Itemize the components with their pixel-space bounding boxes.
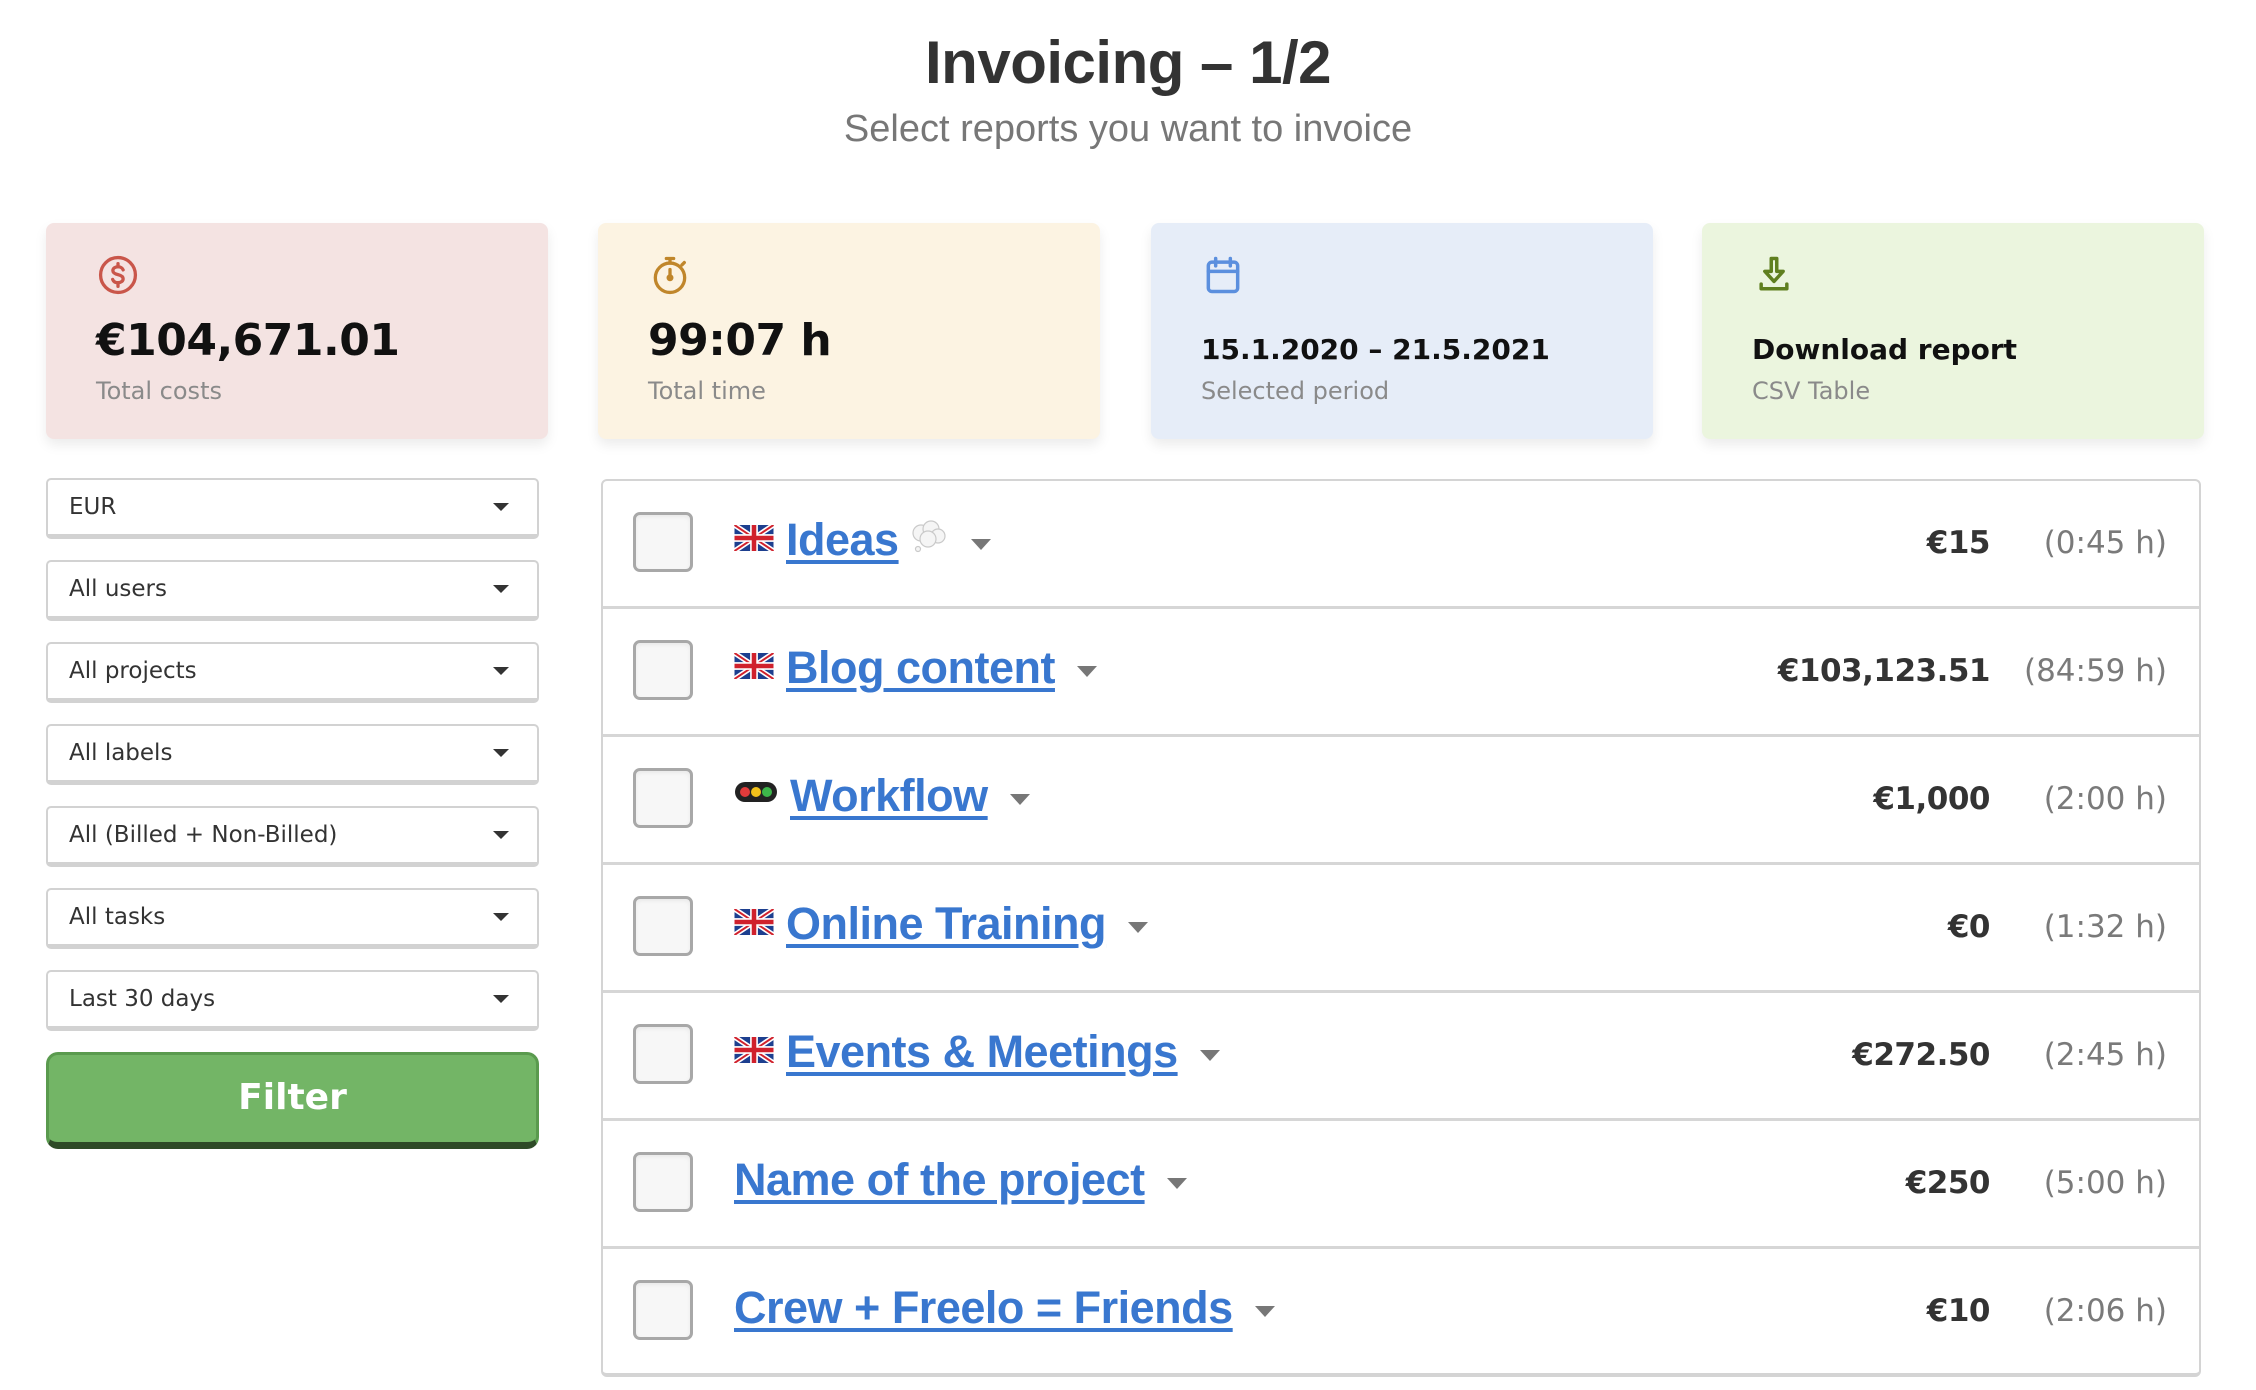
chevron-down-icon: [493, 667, 509, 675]
uk-flag-icon: [734, 653, 774, 679]
report-name: Name of the project: [734, 1154, 1145, 1205]
total-time-label: Total time: [648, 377, 766, 405]
report-row: Crew + Freelo = Friends €10 (2:06 h): [603, 1246, 2199, 1374]
report-row: Online Training €0 (1:32 h): [603, 862, 2199, 990]
caret-down-icon[interactable]: [1076, 665, 1097, 677]
projects-select-value: All projects: [69, 658, 197, 684]
caret-down-icon[interactable]: [1128, 921, 1149, 933]
traffic-light-icon: [735, 782, 777, 802]
report-amount: €10: [1926, 1293, 1991, 1329]
report-row: Workflow €1,000 (2:00 h): [603, 734, 2199, 862]
chevron-down-icon: [493, 749, 509, 757]
report-checkbox[interactable]: [633, 1024, 693, 1084]
page-title: Invoicing – 1/2: [925, 29, 1331, 96]
stopwatch-icon: [653, 256, 687, 295]
caret-down-icon[interactable]: [1009, 793, 1030, 805]
chevron-down-icon: [493, 913, 509, 921]
report-checkbox[interactable]: [633, 768, 693, 828]
report-link[interactable]: Ideas: [734, 514, 949, 566]
download-report-label: CSV Table: [1752, 377, 1871, 405]
total-costs-label: Total costs: [96, 377, 222, 405]
report-row: Name of the project €250 (5:00 h): [603, 1118, 2199, 1246]
report-row: Events & Meetings €272.50 (2:45 h): [603, 990, 2199, 1118]
tasks-select[interactable]: All tasks: [46, 888, 539, 949]
chevron-down-icon: [493, 503, 509, 511]
total-costs-value: €104,671.01: [96, 315, 400, 366]
report-name: Blog content: [786, 642, 1055, 693]
dollar-circle-icon: [98, 255, 138, 295]
report-checkbox[interactable]: [633, 1152, 693, 1212]
report-duration: (2:45 h): [2043, 1037, 2167, 1073]
selected-period-value: 15.1.2020 – 21.5.2021: [1201, 333, 1550, 366]
tasks-select-value: All tasks: [69, 904, 166, 930]
report-duration: (5:00 h): [2043, 1165, 2167, 1201]
total-time-card: 99:07 h Total time: [598, 223, 1100, 439]
page-subtitle: Select reports you want to invoice: [843, 108, 1413, 150]
report-amount: €0: [1947, 909, 1991, 945]
projects-select[interactable]: All projects: [46, 642, 539, 703]
report-duration: (84:59 h): [2023, 653, 2167, 689]
report-link[interactable]: Blog content: [734, 642, 1097, 694]
report-amount: €272.50: [1852, 1037, 1990, 1073]
users-select[interactable]: All users: [46, 560, 539, 621]
calendar-icon: [1206, 256, 1240, 294]
report-duration: (2:06 h): [2043, 1293, 2167, 1329]
filter-button[interactable]: Filter: [46, 1052, 539, 1149]
currency-select[interactable]: EUR: [46, 478, 539, 539]
thought-bubble-icon: [911, 520, 946, 553]
users-select-value: All users: [69, 576, 167, 602]
chevron-down-icon: [493, 585, 509, 593]
report-name: Online Training: [786, 898, 1107, 949]
billing-select-value: All (Billed + Non-Billed): [69, 822, 338, 848]
report-checkbox[interactable]: [633, 640, 693, 700]
labels-select-value: All labels: [69, 740, 173, 766]
report-checkbox[interactable]: [633, 896, 693, 956]
report-link[interactable]: Crew + Freelo = Friends: [734, 1282, 1275, 1334]
report-link[interactable]: Name of the project: [734, 1154, 1187, 1206]
report-list: Ideas €15 (0:45 h) Blog content €103,123…: [601, 479, 2201, 1377]
chevron-down-icon: [493, 995, 509, 1003]
report-duration: (2:00 h): [2043, 781, 2167, 817]
selected-period-label: Selected period: [1201, 377, 1390, 405]
period-select-value: Last 30 days: [69, 986, 216, 1012]
report-duration: (1:32 h): [2043, 909, 2167, 945]
report-name: Crew + Freelo = Friends: [734, 1282, 1233, 1333]
report-amount: €103,123.51: [1777, 653, 1991, 689]
report-link[interactable]: Events & Meetings: [734, 1026, 1220, 1078]
report-row: Ideas €15 (0:45 h): [603, 481, 2199, 609]
labels-select[interactable]: All labels: [46, 724, 539, 785]
uk-flag-icon: [734, 1037, 774, 1063]
total-costs-card: €104,671.01 Total costs: [46, 223, 548, 439]
caret-down-icon[interactable]: [1166, 1177, 1187, 1189]
period-select[interactable]: Last 30 days: [46, 970, 539, 1031]
download-report-card[interactable]: Download report CSV Table: [1702, 223, 2204, 439]
uk-flag-icon: [734, 909, 774, 935]
report-amount: €250: [1905, 1165, 1991, 1201]
report-name: Ideas: [786, 514, 899, 565]
report-row: Blog content €103,123.51 (84:59 h): [603, 606, 2199, 734]
selected-period-card: 15.1.2020 – 21.5.2021 Selected period: [1151, 223, 1653, 439]
report-link[interactable]: Workflow: [734, 770, 1030, 822]
download-report-value[interactable]: Download report: [1752, 333, 2017, 366]
report-link[interactable]: Online Training: [734, 898, 1149, 950]
uk-flag-icon: [734, 525, 774, 551]
report-duration: (0:45 h): [2043, 525, 2167, 561]
report-amount: €15: [1926, 525, 1991, 561]
report-name: Workflow: [790, 770, 988, 821]
report-checkbox[interactable]: [633, 1280, 693, 1340]
report-name: Events & Meetings: [786, 1026, 1178, 1077]
report-checkbox[interactable]: [633, 512, 693, 572]
report-amount: €1,000: [1873, 781, 1990, 817]
billing-select[interactable]: All (Billed + Non-Billed): [46, 806, 539, 867]
total-time-value: 99:07 h: [648, 315, 832, 366]
chevron-down-icon: [493, 831, 509, 839]
caret-down-icon[interactable]: [971, 539, 991, 550]
download-icon: [1759, 256, 1789, 291]
currency-select-value: EUR: [69, 494, 117, 520]
caret-down-icon[interactable]: [1199, 1049, 1220, 1061]
caret-down-icon[interactable]: [1254, 1305, 1275, 1317]
